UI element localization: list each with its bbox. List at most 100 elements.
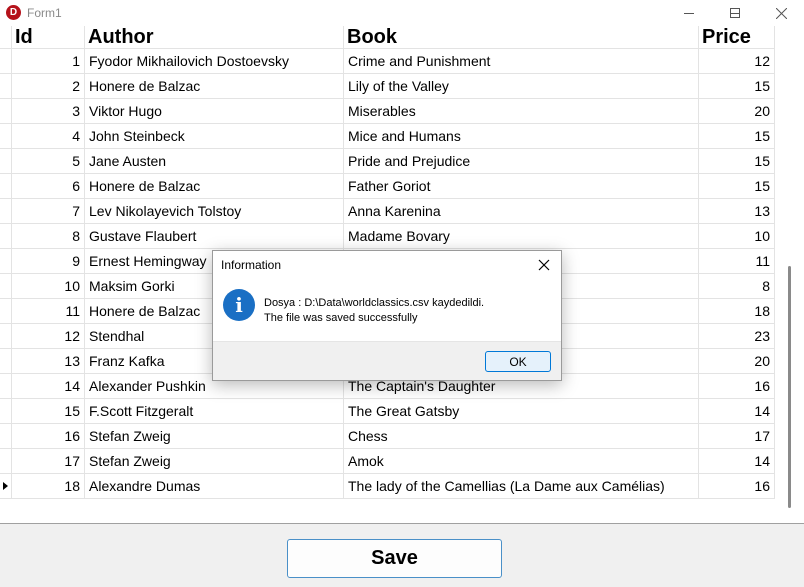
row-selector[interactable] <box>0 174 12 199</box>
table-row[interactable]: 1 Fyodor Mikhailovich Dostoevsky Crime and… <box>0 49 775 74</box>
cell-author[interactable]: Viktor Hugo <box>85 99 344 124</box>
minimize-button[interactable] <box>666 0 712 26</box>
cell-book[interactable]: The Great Gatsby <box>344 399 699 424</box>
cell-price[interactable]: 10 <box>699 224 775 249</box>
row-selector[interactable] <box>0 274 12 299</box>
cell-id[interactable]: 18 <box>12 474 85 499</box>
table-row[interactable]: 2 Honere de Balzac Lily of the Valley 15 <box>0 74 775 99</box>
cell-book[interactable]: Mice and Humans <box>344 124 699 149</box>
cell-id[interactable]: 14 <box>12 374 85 399</box>
dialog-close-button[interactable] <box>531 253 557 277</box>
cell-id[interactable]: 8 <box>12 224 85 249</box>
table-row[interactable]: 16 Stefan Zweig Chess 17 <box>0 424 775 449</box>
cell-id[interactable]: 12 <box>12 324 85 349</box>
cell-price[interactable]: 12 <box>699 49 775 74</box>
table-row[interactable]: 4 John Steinbeck Mice and Humans 15 <box>0 124 775 149</box>
cell-book[interactable]: Madame Bovary <box>344 224 699 249</box>
cell-id[interactable]: 4 <box>12 124 85 149</box>
cell-author[interactable]: Honere de Balzac <box>85 174 344 199</box>
cell-price[interactable]: 11 <box>699 249 775 274</box>
cell-id[interactable]: 16 <box>12 424 85 449</box>
cell-author[interactable]: F.Scott Fitzgeralt <box>85 399 344 424</box>
table-row[interactable]: 5 Jane Austen Pride and Prejudice 15 <box>0 149 775 174</box>
cell-price[interactable]: 18 <box>699 299 775 324</box>
cell-id[interactable]: 10 <box>12 274 85 299</box>
table-row[interactable]: 18 Alexandre Dumas The lady of the Camelli… <box>0 474 775 499</box>
row-selector[interactable] <box>0 474 12 499</box>
cell-author[interactable]: Stefan Zweig <box>85 424 344 449</box>
column-header-book[interactable]: Book <box>344 26 699 49</box>
cell-id[interactable]: 6 <box>12 174 85 199</box>
row-selector[interactable] <box>0 324 12 349</box>
cell-price[interactable]: 16 <box>699 474 775 499</box>
row-selector[interactable] <box>0 199 12 224</box>
cell-author[interactable]: Gustave Flaubert <box>85 224 344 249</box>
table-row[interactable]: 3 Viktor Hugo Miserables 20 <box>0 99 775 124</box>
cell-id[interactable]: 15 <box>12 399 85 424</box>
table-row[interactable]: 7 Lev Nikolayevich Tolstoy Anna Karenina 13 <box>0 199 775 224</box>
cell-author[interactable]: Alexandre Dumas <box>85 474 344 499</box>
cell-price[interactable]: 15 <box>699 74 775 99</box>
cell-price[interactable]: 13 <box>699 199 775 224</box>
row-selector[interactable] <box>0 249 12 274</box>
scrollbar-thumb[interactable] <box>788 266 791 508</box>
column-header-author[interactable]: Author <box>85 26 344 49</box>
cell-id[interactable]: 17 <box>12 449 85 474</box>
cell-book[interactable]: Anna Karenina <box>344 199 699 224</box>
cell-price[interactable]: 15 <box>699 124 775 149</box>
cell-price[interactable]: 20 <box>699 349 775 374</box>
cell-book[interactable]: Crime and Punishment <box>344 49 699 74</box>
cell-price[interactable]: 8 <box>699 274 775 299</box>
cell-book[interactable]: Chess <box>344 424 699 449</box>
column-header-id[interactable]: Id <box>12 26 85 49</box>
cell-author[interactable]: Fyodor Mikhailovich Dostoevsky <box>85 49 344 74</box>
cell-id[interactable]: 5 <box>12 149 85 174</box>
cell-book[interactable]: Father Goriot <box>344 174 699 199</box>
cell-id[interactable]: 11 <box>12 299 85 324</box>
maximize-button[interactable] <box>712 0 758 26</box>
row-selector[interactable] <box>0 299 12 324</box>
cell-price[interactable]: 14 <box>699 399 775 424</box>
row-selector[interactable] <box>0 399 12 424</box>
cell-author[interactable]: Lev Nikolayevich Tolstoy <box>85 199 344 224</box>
cell-id[interactable]: 9 <box>12 249 85 274</box>
cell-author[interactable]: Honere de Balzac <box>85 74 344 99</box>
cell-author[interactable]: Stefan Zweig <box>85 449 344 474</box>
column-header-price[interactable]: Price <box>699 26 775 49</box>
cell-id[interactable]: 2 <box>12 74 85 99</box>
cell-book[interactable]: Miserables <box>344 99 699 124</box>
row-selector[interactable] <box>0 424 12 449</box>
row-selector[interactable] <box>0 49 12 74</box>
row-selector[interactable] <box>0 224 12 249</box>
vertical-scrollbar[interactable] <box>775 26 804 523</box>
cell-author[interactable]: Jane Austen <box>85 149 344 174</box>
cell-book[interactable]: Lily of the Valley <box>344 74 699 99</box>
row-selector[interactable] <box>0 149 12 174</box>
cell-book[interactable]: Pride and Prejudice <box>344 149 699 174</box>
cell-book[interactable]: Amok <box>344 449 699 474</box>
cell-price[interactable]: 14 <box>699 449 775 474</box>
cell-id[interactable]: 7 <box>12 199 85 224</box>
table-row[interactable]: 15 F.Scott Fitzgeralt The Great Gatsby 14 <box>0 399 775 424</box>
table-row[interactable]: 6 Honere de Balzac Father Goriot 15 <box>0 174 775 199</box>
close-window-button[interactable] <box>758 0 804 26</box>
row-selector[interactable] <box>0 124 12 149</box>
cell-price[interactable]: 20 <box>699 99 775 124</box>
table-row[interactable]: 17 Stefan Zweig Amok 14 <box>0 449 775 474</box>
row-selector[interactable] <box>0 374 12 399</box>
cell-price[interactable]: 23 <box>699 324 775 349</box>
cell-price[interactable]: 16 <box>699 374 775 399</box>
cell-author[interactable]: John Steinbeck <box>85 124 344 149</box>
cell-price[interactable]: 15 <box>699 149 775 174</box>
row-selector[interactable] <box>0 349 12 374</box>
cell-id[interactable]: 3 <box>12 99 85 124</box>
cell-price[interactable]: 15 <box>699 174 775 199</box>
save-button[interactable]: Save <box>287 539 502 578</box>
row-selector[interactable] <box>0 449 12 474</box>
cell-book[interactable]: The lady of the Camellias (La Dame aux C… <box>344 474 699 499</box>
cell-price[interactable]: 17 <box>699 424 775 449</box>
row-selector[interactable] <box>0 99 12 124</box>
cell-id[interactable]: 13 <box>12 349 85 374</box>
row-selector[interactable] <box>0 74 12 99</box>
cell-id[interactable]: 1 <box>12 49 85 74</box>
